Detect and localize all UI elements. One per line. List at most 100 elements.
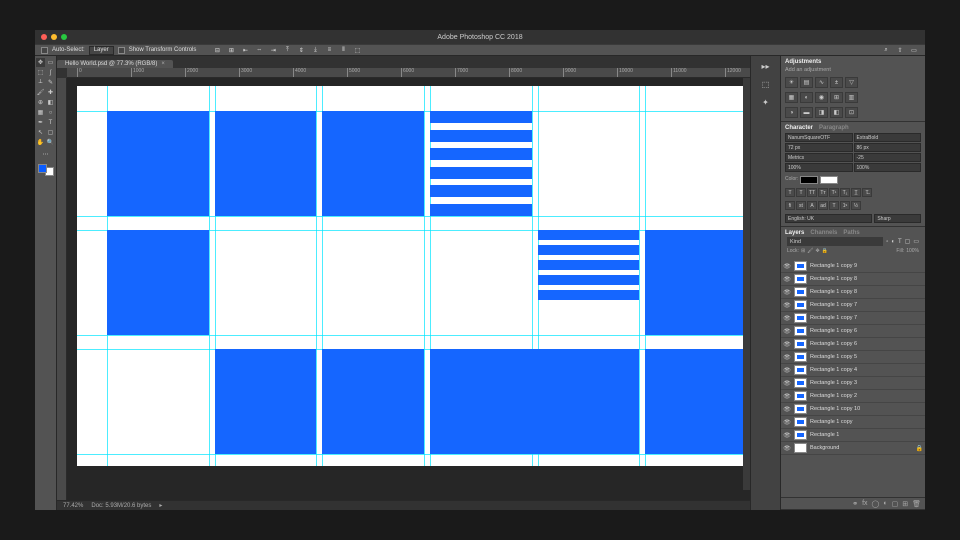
visibility-icon[interactable]: 👁	[783, 328, 791, 335]
invert-adjustment-icon[interactable]: ◑	[785, 107, 798, 118]
layer-thumbnail[interactable]	[794, 287, 807, 297]
visibility-icon[interactable]: 👁	[783, 263, 791, 270]
layers-tab[interactable]: Layers	[785, 230, 804, 236]
layer-name[interactable]: Rectangle 1 copy 7	[810, 315, 857, 321]
layer-thumbnail[interactable]	[794, 326, 807, 336]
filter-smart-icon[interactable]: ▭	[913, 238, 919, 245]
opentype-button[interactable]: ad	[818, 201, 828, 210]
lasso-tool-icon[interactable]: ʃ	[46, 68, 55, 77]
antialias-input[interactable]: Sharp	[874, 214, 921, 223]
layer-thumbnail[interactable]	[794, 391, 807, 401]
photo-filter-icon[interactable]: ◉	[815, 92, 828, 103]
blur-tool-icon[interactable]: ○	[46, 108, 55, 117]
path-tool-icon[interactable]: ↖	[36, 128, 45, 137]
marquee-tool-icon[interactable]: ⬚	[36, 68, 45, 77]
filter-shape-icon[interactable]: ▢	[905, 238, 911, 245]
auto-select-checkbox[interactable]	[41, 47, 48, 54]
layer-row[interactable]: 👁Rectangle 1 copy 7	[781, 299, 925, 312]
layer-name[interactable]: Rectangle 1 copy 6	[810, 341, 857, 347]
layer-row[interactable]: 👁Rectangle 1	[781, 429, 925, 442]
opentype-button[interactable]: ½	[851, 201, 861, 210]
auto-select-target[interactable]: Layer	[89, 46, 114, 55]
align-left-icon[interactable]: ⇤	[240, 45, 250, 55]
rectangle-shape[interactable]	[430, 185, 532, 197]
layer-thumbnail[interactable]	[794, 365, 807, 375]
visibility-icon[interactable]: 👁	[783, 315, 791, 322]
layer-thumbnail[interactable]	[794, 300, 807, 310]
subscript-button[interactable]: T₁	[840, 188, 850, 197]
link-layers-icon[interactable]: ⚭	[852, 500, 858, 508]
vibrance-adjustment-icon[interactable]: ▽	[845, 77, 858, 88]
hand-tool-icon[interactable]: ✋	[36, 138, 45, 147]
font-size-input[interactable]: 72 px	[785, 143, 853, 152]
layer-name[interactable]: Rectangle 1 copy 7	[810, 302, 857, 308]
rectangle-shape[interactable]	[430, 148, 532, 160]
layer-thumbnail[interactable]	[794, 339, 807, 349]
text-color-black[interactable]	[800, 176, 818, 184]
gradient-tool-icon[interactable]: ▦	[36, 108, 45, 117]
layer-thumbnail[interactable]	[794, 430, 807, 440]
adjustments-tab[interactable]: Adjustments	[785, 59, 821, 65]
close-tab-icon[interactable]: ×	[161, 61, 165, 67]
lock-pos-icon[interactable]: ✥	[816, 248, 820, 254]
align-center-icon[interactable]: ⇔	[254, 45, 264, 55]
paths-tab[interactable]: Paths	[843, 230, 859, 236]
layer-name[interactable]: Rectangle 1 copy 8	[810, 289, 857, 295]
minimize-icon[interactable]	[51, 34, 57, 40]
info-chevron-icon[interactable]: ▸	[159, 502, 162, 509]
layer-name[interactable]: Rectangle 1 copy 10	[810, 406, 860, 412]
distribute-icon[interactable]: ≡	[324, 45, 334, 55]
healing-tool-icon[interactable]: ✚	[46, 88, 55, 97]
foreground-color-swatch[interactable]	[38, 164, 47, 173]
color-swatches[interactable]	[38, 164, 54, 176]
align-top-icon[interactable]: ⤒	[282, 45, 292, 55]
threshold-icon[interactable]: ◨	[815, 107, 828, 118]
rectangle-shape[interactable]	[430, 167, 532, 179]
filter-pixel-icon[interactable]: ▫	[886, 239, 888, 245]
opentype-button[interactable]: fi	[785, 201, 795, 210]
layer-name[interactable]: Rectangle 1 copy 9	[810, 263, 857, 269]
visibility-icon[interactable]: 👁	[783, 276, 791, 283]
properties-panel-icon[interactable]: ⬚	[759, 78, 773, 90]
layer-row[interactable]: 👁Rectangle 1 copy 2	[781, 390, 925, 403]
distribute-icon[interactable]: ⫴	[338, 45, 348, 55]
zoom-level[interactable]: 77.42%	[63, 503, 83, 509]
hue-adjustment-icon[interactable]: ▦	[785, 92, 798, 103]
superscript-button[interactable]: T¹	[829, 188, 839, 197]
layer-name[interactable]: Background	[810, 445, 839, 451]
layer-thumbnail[interactable]	[794, 404, 807, 414]
layer-name[interactable]: Rectangle 1	[810, 432, 839, 438]
3d-mode-icon[interactable]: ⬚	[352, 45, 362, 55]
layer-name[interactable]: Rectangle 1 copy 5	[810, 354, 857, 360]
new-adj-layer-icon[interactable]: ◐	[883, 500, 887, 507]
layer-thumbnail[interactable]	[794, 352, 807, 362]
pen-tool-icon[interactable]: ✒	[36, 118, 45, 127]
strike-button[interactable]: T̶	[862, 188, 872, 197]
layer-name[interactable]: Rectangle 1 copy	[810, 419, 853, 425]
opentype-button[interactable]: 1ˢ	[840, 201, 850, 210]
color-lookup-icon[interactable]: ▥	[845, 92, 858, 103]
layer-thumbnail[interactable]	[794, 274, 807, 284]
visibility-icon[interactable]: 👁	[783, 367, 791, 374]
vertical-ruler[interactable]	[57, 78, 67, 500]
layer-row[interactable]: 👁Rectangle 1 copy 10	[781, 403, 925, 416]
opentype-button[interactable]: T	[829, 201, 839, 210]
layers-list[interactable]: 👁Rectangle 1 copy 9👁Rectangle 1 copy 8👁R…	[781, 260, 925, 495]
align-bottom-icon[interactable]: ⤓	[310, 45, 320, 55]
rectangle-shape[interactable]	[107, 230, 209, 335]
shape-tool-icon[interactable]: ▢	[46, 128, 55, 137]
text-color-white[interactable]	[820, 176, 838, 184]
new-layer-icon[interactable]: ⊞	[902, 500, 908, 508]
canvas-viewport[interactable]	[67, 78, 750, 500]
align-middle-icon[interactable]: ⇕	[296, 45, 306, 55]
visibility-icon[interactable]: 👁	[783, 419, 791, 426]
curves-adjustment-icon[interactable]: ∿	[815, 77, 828, 88]
language-input[interactable]: English: UK	[785, 214, 872, 223]
rectangle-shape[interactable]	[322, 349, 424, 454]
selective-color-icon[interactable]: ⊡	[845, 107, 858, 118]
layer-thumbnail[interactable]	[794, 443, 807, 453]
edit-toolbar-icon[interactable]: ⋯	[41, 150, 50, 159]
align-icon[interactable]: ⊞	[226, 45, 236, 55]
eraser-tool-icon[interactable]: ◧	[46, 98, 55, 107]
rectangle-shape[interactable]	[107, 111, 209, 216]
